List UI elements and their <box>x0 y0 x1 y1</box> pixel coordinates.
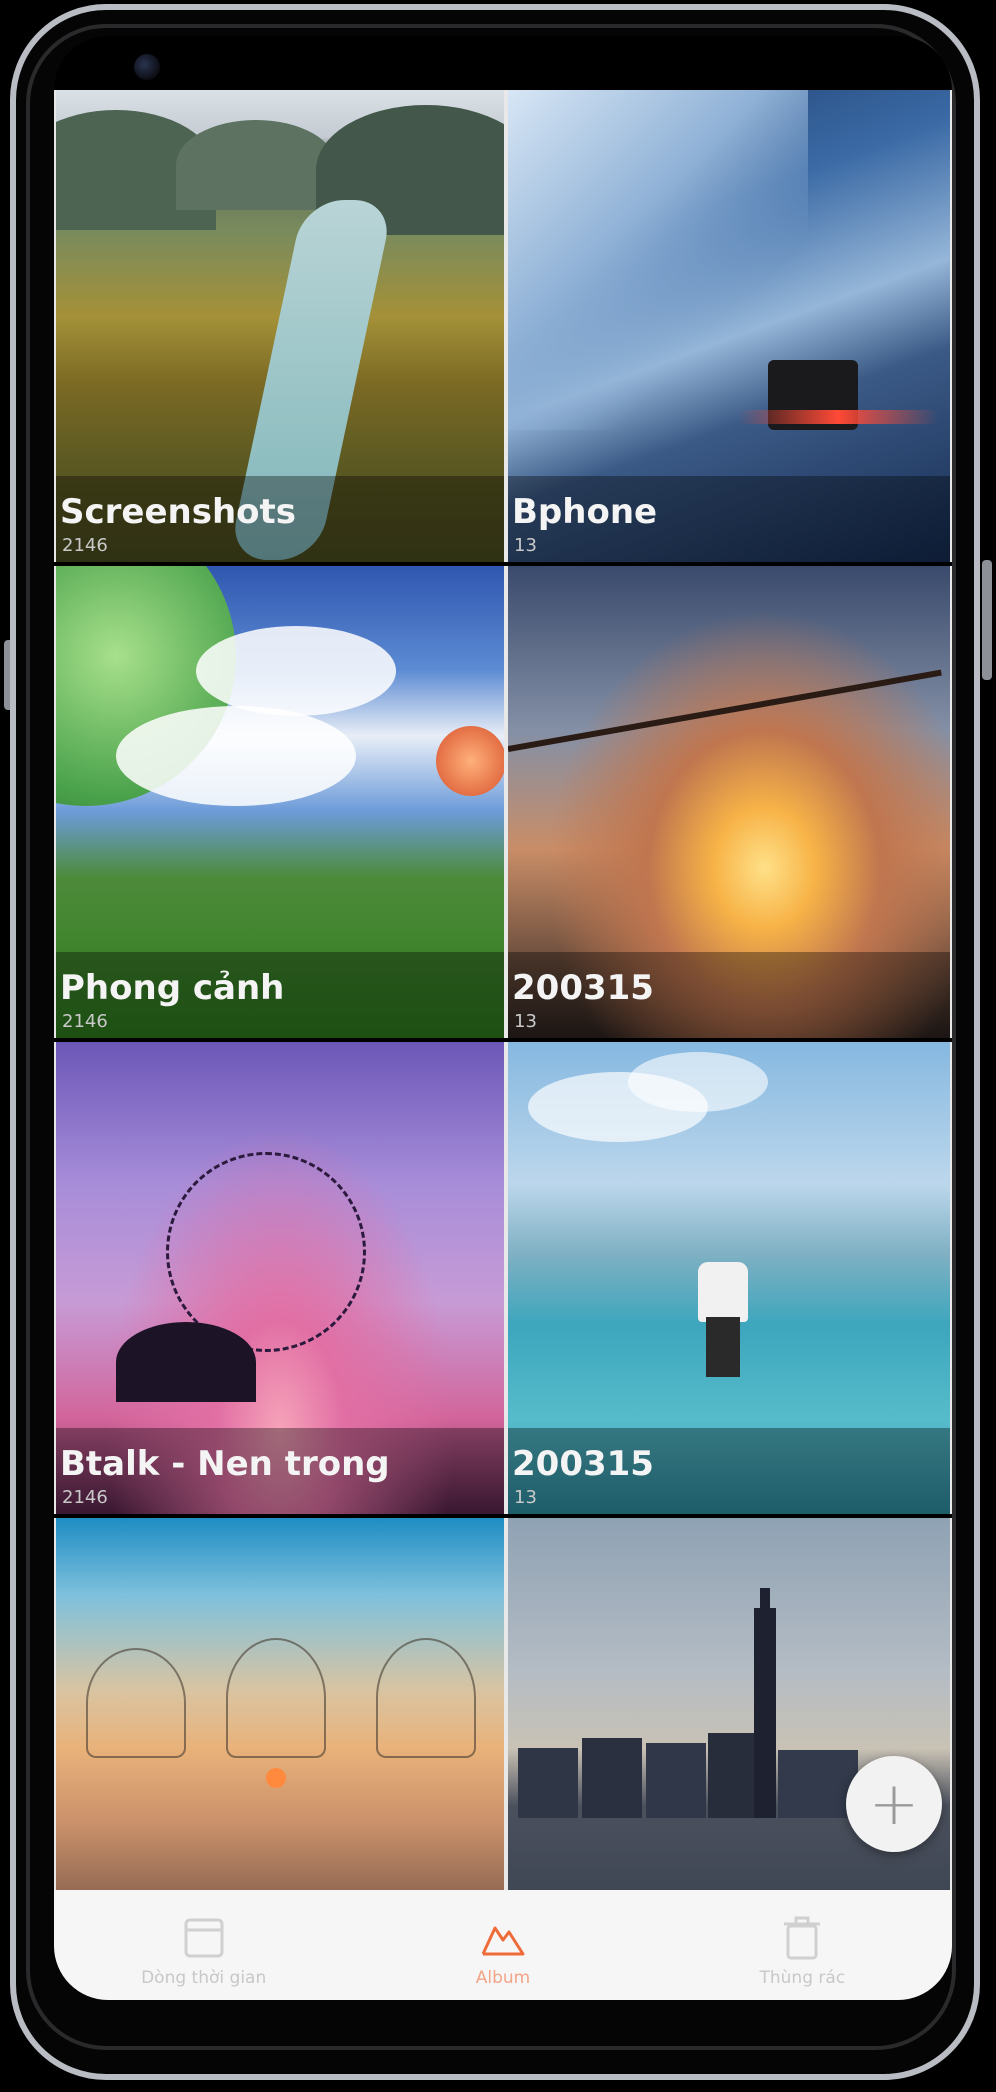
album-title: Screenshots <box>60 492 297 532</box>
phone-device: Screenshots 2146 Bphone 13 Phong cảnh 21… <box>0 0 996 2092</box>
album-count: 2146 <box>62 1487 108 1508</box>
album-count: 13 <box>514 1487 537 1508</box>
album-tile[interactable]: Phong cảnh 2146 <box>54 566 506 1038</box>
album-grid: Screenshots 2146 Bphone 13 Phong cảnh 21… <box>54 90 952 1902</box>
front-camera <box>134 54 160 80</box>
album-tile[interactable]: 200315 13 <box>506 1042 952 1514</box>
album-count: 2146 <box>62 535 108 556</box>
nav-tab-trash[interactable]: Thùng rác <box>653 1890 952 2000</box>
screen: Screenshots 2146 Bphone 13 Phong cảnh 21… <box>54 36 952 2000</box>
nav-tab-timeline[interactable]: Dòng thời gian <box>54 1890 353 2000</box>
album-caption: Phong cảnh 2146 <box>56 952 504 1038</box>
bottom-navigation: Dòng thời gian Album Thùng rác <box>54 1890 952 2000</box>
album-tile[interactable]: Btalk - Nen trong 2146 <box>54 1042 506 1514</box>
album-count: 13 <box>514 1011 537 1032</box>
album-count: 13 <box>514 535 537 556</box>
album-title: 200315 <box>512 968 654 1008</box>
album-caption: 200315 13 <box>508 1428 950 1514</box>
nav-label: Dòng thời gian <box>141 1968 267 1988</box>
power-button <box>982 560 992 680</box>
album-count: 2146 <box>62 1011 108 1032</box>
album-tile[interactable]: Bphone 13 <box>506 90 952 562</box>
nav-tab-album[interactable]: Album <box>353 1890 652 2000</box>
album-title: Bphone <box>512 492 658 532</box>
album-caption: Btalk - Nen trong 2146 <box>56 1428 504 1514</box>
album-tile[interactable]: 200315 13 <box>506 566 952 1038</box>
album-thumbnail <box>56 1518 504 1902</box>
album-icon <box>481 1926 525 1956</box>
add-album-button[interactable]: + <box>846 1756 942 1852</box>
album-tile[interactable] <box>54 1518 506 1902</box>
nav-label: Album <box>475 1968 531 1988</box>
album-title: 200315 <box>512 1444 654 1484</box>
album-caption: 200315 13 <box>508 952 950 1038</box>
timeline-icon <box>184 1918 224 1958</box>
album-caption: Bphone 13 <box>508 476 950 562</box>
album-tile[interactable]: Screenshots 2146 <box>54 90 506 562</box>
album-title: Phong cảnh <box>60 968 285 1008</box>
album-title: Btalk - Nen trong <box>60 1444 390 1484</box>
nav-label: Thùng rác <box>759 1968 846 1988</box>
plus-icon: + <box>868 1769 920 1839</box>
trash-icon <box>784 1916 821 1960</box>
album-caption: Screenshots 2146 <box>56 476 504 562</box>
